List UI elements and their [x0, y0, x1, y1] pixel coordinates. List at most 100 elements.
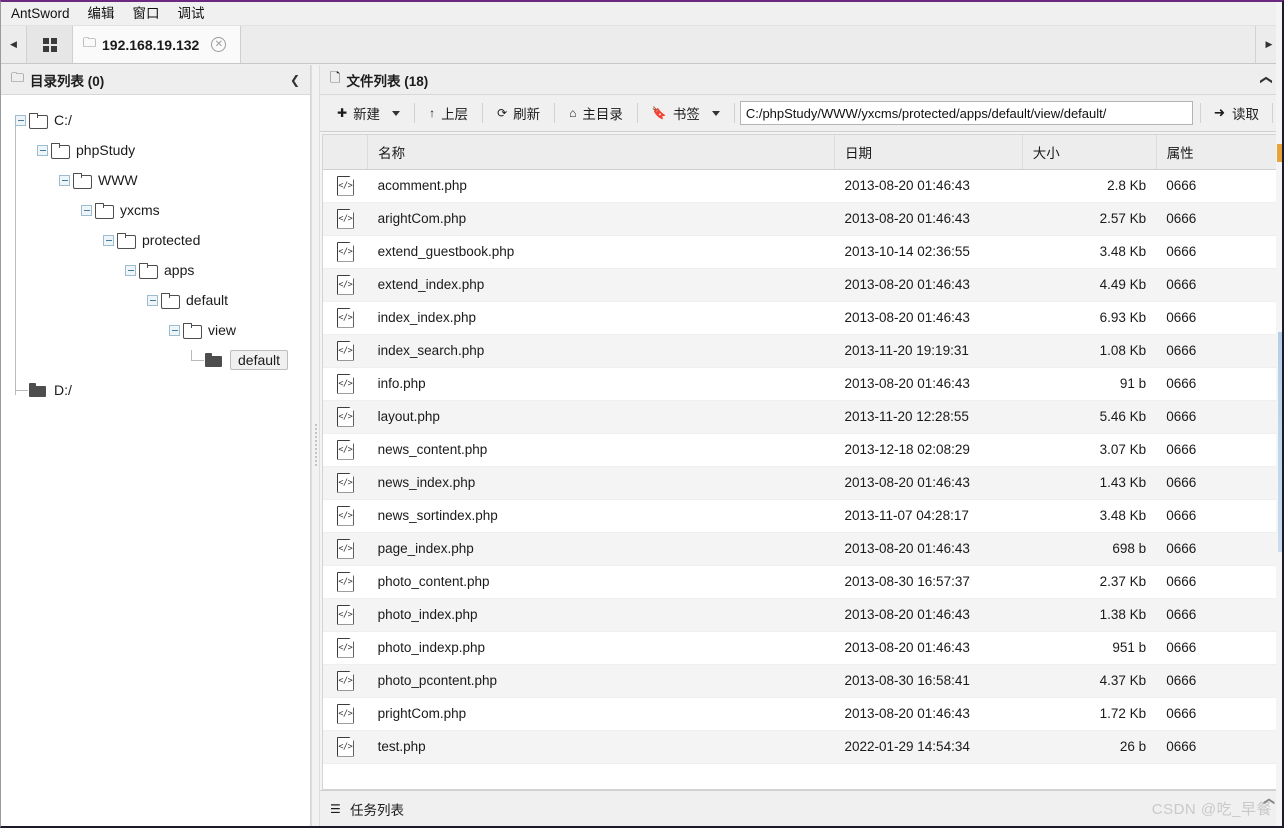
table-row[interactable]: </> news_index.php 2013-08-20 01:46:43 1.43… — [323, 466, 1278, 500]
table-row[interactable]: </> extend_guestbook.php 2013-10-14 02:36:… — [323, 235, 1278, 269]
file-name-cell: extend_guestbook.php — [367, 235, 835, 269]
file-icon-cell: </> — [323, 433, 368, 467]
path-input[interactable] — [739, 101, 1193, 125]
read-button[interactable]: ➜ 读取 — [1204, 99, 1269, 127]
file-size-cell: 951 b — [1022, 631, 1157, 665]
tree-toggle-icon[interactable] — [125, 264, 136, 276]
file-size-cell: 1.43 Kb — [1022, 466, 1157, 500]
tree-node-view[interactable]: view — [7, 315, 310, 345]
file-date-cell: 2013-08-20 01:46:43 — [834, 598, 1023, 632]
scrollbar-thumb[interactable] — [1278, 332, 1282, 552]
tree-node-default-selected[interactable]: default — [7, 345, 310, 375]
file-panel-header: 🗋 文件列表 (18) ❮ — [320, 65, 1282, 95]
menu-item-edit[interactable]: 编辑 — [79, 3, 124, 25]
file-name-cell: photo_pcontent.php — [367, 664, 835, 698]
column-header-size[interactable]: 大小 — [1022, 135, 1157, 170]
table-row[interactable]: </> photo_indexp.php 2013-08-20 01:46:43 95… — [323, 631, 1278, 665]
expand-task-list-icon[interactable]: ❮ — [1263, 797, 1276, 806]
table-row[interactable]: </> index_search.php 2013-11-20 19:19:31 1.… — [323, 334, 1278, 368]
table-row[interactable]: </> arightCom.php 2013-08-20 01:46:43 2.57 … — [323, 202, 1278, 236]
panel-splitter[interactable] — [311, 65, 320, 826]
file-size-cell: 3.07 Kb — [1022, 433, 1157, 467]
file-name-cell: extend_index.php — [367, 268, 835, 302]
file-size-cell: 6.93 Kb — [1022, 301, 1157, 335]
tree-toggle-icon[interactable] — [37, 144, 48, 156]
tab-scroll-left-button[interactable]: ◀ — [1, 26, 27, 63]
table-row[interactable]: </> test.php 2022-01-29 14:54:34 26 b 0666 — [323, 730, 1278, 764]
tree-node-d[interactable]: D:/ — [7, 375, 310, 405]
list-icon: ☰ — [330, 801, 341, 816]
bookmark-icon: 🔖 — [651, 106, 667, 120]
collapse-file-panel-icon[interactable]: ❮ — [1260, 74, 1274, 84]
tree-node-yxcms[interactable]: yxcms — [7, 195, 310, 225]
file-name-cell: news_sortindex.php — [367, 499, 835, 533]
up-button-label: 上层 — [441, 107, 469, 122]
column-header-icon[interactable] — [323, 135, 369, 170]
splitter-grip-icon — [314, 423, 317, 468]
file-toolbar: ✚ 新建 ↑ 上层 ⟳ 刷新 ⌂ 主目录 🔖 书签 C:/phpStudy/WW… — [320, 95, 1282, 132]
chevron-down-icon[interactable] — [392, 110, 401, 116]
tree-toggle-icon[interactable] — [169, 324, 180, 336]
tree-toggle-icon[interactable] — [59, 174, 70, 186]
tree-toggle-icon[interactable] — [81, 204, 92, 216]
table-row[interactable]: </> extend_index.php 2013-08-20 01:46:43 4.… — [323, 268, 1278, 302]
home-icon: ⌂ — [569, 106, 577, 120]
tree-node-label: phpStudy — [76, 142, 136, 158]
column-header-name[interactable]: 名称 — [367, 135, 835, 170]
file-icon-cell: </> — [323, 598, 368, 632]
table-row[interactable]: </> photo_index.php 2013-08-20 01:46:43 1.3… — [323, 598, 1278, 632]
table-row[interactable]: </> index_index.php 2013-08-20 01:46:43 6.9… — [323, 301, 1278, 335]
tree-node-label: yxcms — [120, 202, 160, 218]
column-header-attr[interactable]: 属性 — [1156, 135, 1278, 170]
file-table-container[interactable]: 名称 日期 大小 属性 </> acomment.php 2013-08-20 01… — [322, 134, 1279, 790]
file-size-cell: 1.08 Kb — [1022, 334, 1157, 368]
folder-open-icon — [73, 173, 92, 189]
file-attr-cell: 0666 — [1156, 301, 1278, 335]
menu-item-antsword[interactable]: AntSword — [7, 3, 79, 25]
table-row[interactable]: </> photo_content.php 2013-08-30 16:57:37 2… — [323, 565, 1278, 599]
tree-toggle-icon[interactable] — [147, 294, 158, 306]
code-file-icon: </> — [337, 341, 354, 361]
tree-node-c[interactable]: C:/ — [7, 105, 310, 135]
tree-node-apps[interactable]: apps — [7, 255, 310, 285]
collapse-left-panel-icon[interactable]: ❮ — [290, 73, 300, 87]
table-row[interactable]: </> photo_pcontent.php 2013-08-30 16:58:41… — [323, 664, 1278, 698]
new-button[interactable]: ✚ 新建 — [326, 99, 411, 127]
chevron-down-icon[interactable] — [711, 110, 720, 116]
tree-node-phpstudy[interactable]: phpStudy — [7, 135, 310, 165]
shell-manager-button[interactable] — [27, 26, 73, 63]
table-row[interactable]: </> info.php 2013-08-20 01:46:43 91 b 0666 — [323, 367, 1278, 401]
tab-close-icon[interactable]: ✕ — [211, 37, 227, 52]
plus-circle-icon: ✚ — [337, 106, 348, 120]
table-row[interactable]: </> layout.php 2013-11-20 12:28:55 5.46 Kb 0… — [323, 400, 1278, 434]
bookmark-button[interactable]: 🔖 书签 — [641, 99, 731, 127]
table-row[interactable]: </> news_sortindex.php 2013-11-07 04:28:17… — [323, 499, 1278, 533]
menu-item-debug[interactable]: 调试 — [169, 3, 214, 25]
table-row[interactable]: </> page_index.php 2013-08-20 01:46:43 698 … — [323, 532, 1278, 566]
file-attr-cell: 0666 — [1156, 598, 1278, 632]
home-button[interactable]: ⌂ 主目录 — [558, 99, 634, 127]
task-list-label[interactable]: 任务列表 — [350, 799, 404, 819]
file-icon-cell: </> — [323, 400, 368, 434]
tab-192-168-19-132[interactable]: 🗀 192.168.19.132 ✕ — [73, 26, 241, 63]
new-button-label: 新建 — [353, 107, 381, 122]
tree-node-www[interactable]: WWW — [7, 165, 310, 195]
refresh-button[interactable]: ⟳ 刷新 — [486, 99, 551, 127]
table-row[interactable]: </> acomment.php 2013-08-20 01:46:43 2.8 Kb… — [323, 169, 1278, 203]
tree-node-default[interactable]: default — [7, 285, 310, 315]
tree-node-protected[interactable]: protected — [7, 225, 310, 255]
tree-toggle-icon[interactable] — [15, 114, 26, 126]
up-button[interactable]: ↑ 上层 — [418, 99, 479, 127]
code-file-icon: </> — [337, 407, 354, 427]
table-row[interactable]: </> prightCom.php 2013-08-20 01:46:43 1.72 … — [323, 697, 1278, 731]
table-row[interactable]: </> news_content.php 2013-12-18 02:08:29 3.… — [323, 433, 1278, 467]
tree-toggle-icon[interactable] — [103, 234, 114, 246]
directory-tree[interactable]: C:/ phpStudy WWW yxcms protected apps de… — [1, 95, 310, 826]
file-table: 名称 日期 大小 属性 </> acomment.php 2013-08-20 01… — [323, 135, 1278, 764]
code-file-icon: </> — [337, 605, 354, 625]
folder-open-icon — [51, 143, 70, 159]
file-name-cell: news_index.php — [367, 466, 835, 500]
column-header-date[interactable]: 日期 — [834, 135, 1023, 170]
code-file-icon: </> — [337, 572, 354, 592]
menu-item-window[interactable]: 窗口 — [124, 3, 169, 25]
